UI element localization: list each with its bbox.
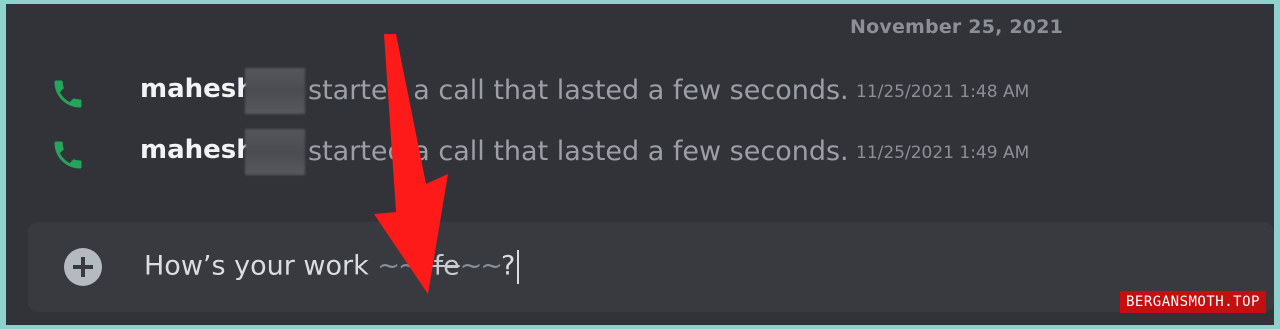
input-text-after: ? [500,250,516,282]
username[interactable]: mahesh [140,74,255,104]
timestamp: 11/25/2021 1:49 AM [856,143,1030,163]
watermark: BERGANSMOTH.TOP [1120,291,1266,313]
timestamp: 11/25/2021 1:48 AM [856,82,1030,102]
message-composer[interactable]: How’s your work ~~life~~? [28,222,1274,312]
redacted-username-blur [245,68,305,114]
call-log-item: mahesh started a call that lasted a few … [6,68,1274,114]
text-caret [517,250,520,284]
input-text-before: How’s your work [144,250,378,282]
username[interactable]: mahesh [140,135,255,165]
date-divider: November 25, 2021 [850,16,1064,38]
add-attachment-button[interactable] [64,248,102,286]
phone-icon [54,141,82,169]
phone-icon [54,80,82,108]
redacted-username-blur [245,129,305,175]
red-arrow-annotation [374,34,448,294]
call-log-item: mahesh started a call that lasted a few … [6,129,1274,175]
chat-window: November 25, 2021 mahesh started a call … [6,4,1274,325]
